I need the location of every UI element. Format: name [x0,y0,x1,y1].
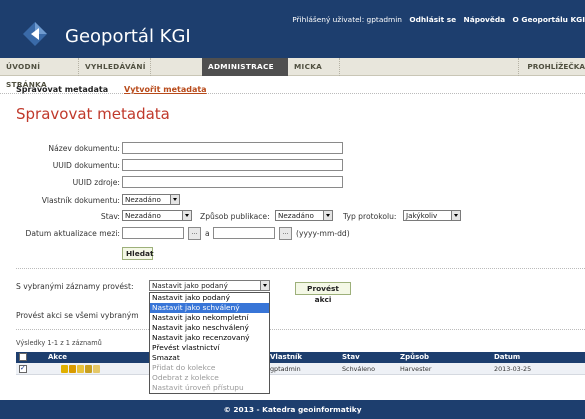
header: Geoportál KGI Přihlášený uživatel: gptad… [0,0,585,58]
col-header-method[interactable]: Způsob [400,352,429,363]
row-action-icons [61,365,101,373]
doc-uuid-input[interactable] [122,159,343,171]
chevron-down-icon [170,195,179,204]
publish-select-value: Nezadáno [278,211,314,220]
main-nav: ÚVODNÍ STRÁNKA VYHLEDÁVÁNÍ ADMINISTRACE … [0,58,585,89]
tab-micka[interactable]: MICKA [288,58,340,76]
protocol-select-value: Jakýkoliv [406,211,438,220]
dropdown-option[interactable]: Nastavit jako recenzovaný [150,333,269,343]
row-date: 2013-03-25 [494,365,532,373]
dropdown-option[interactable]: Nastavit jako podaný [150,293,269,303]
tab-viewer[interactable]: PROHLÍŽEČKA [518,58,585,76]
dropdown-option[interactable]: Nastavit jako nekompletní [150,313,269,323]
dropdown-option[interactable]: Nastavit jako neschválený [150,323,269,333]
divider [16,329,585,330]
user-bar: Přihlášený uživatel: gptadmin Odhlásit s… [287,15,585,27]
dropdown-option[interactable]: Převést vlastnictví [150,343,269,353]
tab-home[interactable]: ÚVODNÍ STRÁNKA [0,58,79,89]
dropdown-option: Odebrat z kolekce [152,373,219,382]
tab-administration[interactable]: ADMINISTRACE [202,58,288,76]
doc-name-input[interactable] [122,142,343,154]
logged-user-text: Přihlášený uživatel: gptadmin [292,15,402,24]
logout-link[interactable]: Odhlásit se [409,15,456,24]
date-format-hint: (yyyy-mm-dd) [296,229,350,238]
logo-icon [23,22,47,46]
select-all-checkbox[interactable] [19,353,27,361]
search-button[interactable]: Hledat [122,247,154,260]
calendar-icon[interactable]: ... [279,227,292,240]
edit-icon[interactable] [61,365,68,373]
dropdown-option: Nastavit úroveň přístupu [152,383,244,392]
row-status: Schváleno [342,365,375,373]
footer: © 2013 - Katedra geoinformatiky [0,400,585,419]
tab-search[interactable]: VYHLEDÁVÁNÍ [79,58,151,76]
subnav: Spravovat metadata Vytvořit metadata [0,78,585,94]
chevron-down-icon [182,211,191,220]
run-action-button[interactable]: Provést akci [295,282,351,304]
date-from-input[interactable] [122,227,184,239]
dropdown-option[interactable]: Nastavit jako schválený [150,303,269,313]
protocol-label: Typ protokolu: [343,212,397,221]
col-header-status[interactable]: Stav [342,352,360,363]
dropdown-option[interactable]: Smazat [150,353,269,363]
help-link[interactable]: Nápověda [464,15,506,24]
dropdown-option: Přidat do kolekce [152,363,216,372]
doc-uuid-label: UUID dokumentu: [52,161,120,170]
action-select-value: Nastavit jako podaný [152,281,228,290]
chevron-down-icon [323,211,332,220]
subnav-create[interactable]: Vytvořit metadata [124,85,207,94]
col-header-actions[interactable]: Akce [48,352,67,363]
source-uuid-label: UUID zdroje: [72,178,120,187]
view-icon[interactable] [69,365,76,373]
app-title: Geoportál KGI [65,26,191,47]
publish-select[interactable]: Nezadáno [275,210,333,221]
owner-select[interactable]: Nezadáno [122,194,180,205]
date-to-input[interactable] [213,227,275,239]
status-select-value: Nezadáno [125,211,161,220]
xml-icon[interactable] [77,365,84,373]
row-method: Harvester [400,365,432,373]
calendar-icon[interactable]: ... [188,227,201,240]
protocol-select[interactable]: Jakýkoliv [403,210,461,221]
about-link[interactable]: O Geoportálu KGI [513,15,585,24]
date-label: Datum aktualizace mezi: [25,229,120,238]
results-summary: Výsledky 1-1 z 1 záznamů [16,339,102,347]
source-uuid-input[interactable] [122,176,343,188]
chevron-down-icon [451,211,460,220]
details-icon[interactable] [85,365,92,373]
chevron-down-icon [260,281,269,290]
all-action-label: Provést akci se všemi vybraným [16,311,139,320]
row-owner: gptadmin [270,365,301,373]
table-row[interactable]: gptadmin Schváleno Harvester 2013-03-25 [16,363,585,375]
status-label: Stav: [100,212,120,221]
publish-label: Způsob publikace: [200,212,270,221]
page-title: Spravovat metadata [16,105,170,123]
doc-name-label: Název dokumentu: [48,144,120,153]
subnav-manage[interactable]: Spravovat metadata [16,85,108,94]
status-select[interactable]: Nezadáno [122,210,192,221]
date-and-label: a [205,229,210,238]
divider [16,268,585,269]
action-dropdown-list[interactable]: Nastavit jako podaný Nastavit jako schvál… [149,292,270,394]
table-header: Akce Vlastník Stav Způsob Datum [16,352,585,363]
row-checkbox[interactable] [19,364,27,373]
col-header-date[interactable]: Datum [494,352,520,363]
action-select[interactable]: Nastavit jako podaný [149,280,270,291]
selected-action-label: S vybranými záznamy provést: [16,282,134,291]
owner-label: Vlastník dokumentu: [41,196,120,205]
delete-icon[interactable] [93,365,100,373]
owner-select-value: Nezadáno [125,195,161,204]
col-header-owner[interactable]: Vlastník [270,352,302,363]
